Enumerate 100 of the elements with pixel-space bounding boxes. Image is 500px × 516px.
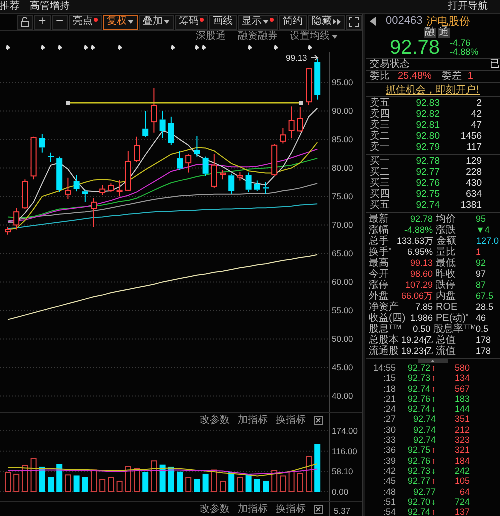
toolbar-button[interactable]: +	[34, 14, 51, 30]
drawn-horizontal-line[interactable]	[66, 100, 306, 106]
toolbar-button[interactable]: 叠加	[139, 14, 174, 30]
tick-time: :48	[382, 486, 396, 497]
tick-time: :33	[382, 435, 396, 446]
asterisk-icon[interactable]	[248, 45, 252, 51]
order-price: 92.81	[415, 120, 440, 131]
toolbar-button[interactable]: −	[52, 14, 68, 30]
tick-price: 92.74	[413, 424, 436, 436]
asterisk-icon[interactable]	[274, 45, 278, 51]
field-value: 6.95%	[406, 247, 433, 258]
toolbar-button[interactable]: 亮点	[69, 14, 102, 30]
order-level-label: 买三	[370, 178, 391, 189]
collapse-handle[interactable]	[418, 359, 448, 363]
candlestick	[160, 110, 166, 138]
last-price: 92.78	[390, 38, 440, 58]
candlestick	[202, 156, 209, 177]
asterisk-icon[interactable]	[40, 45, 46, 51]
indicator-link[interactable]: 换指标	[276, 502, 306, 516]
candlestick	[246, 172, 252, 193]
asterisk-icon[interactable]	[84, 45, 88, 51]
axis-label: 75.00	[332, 192, 354, 202]
volume-bar	[5, 472, 11, 492]
toolbar-button[interactable]: 画线	[209, 14, 237, 30]
indicator-link[interactable]: 加指标	[238, 502, 268, 516]
tick-time: :45	[382, 476, 396, 487]
nav-tab[interactable]: 高管增持	[30, 0, 70, 12]
indicator-link[interactable]: 加指标	[238, 413, 268, 427]
indicator-link[interactable]: 改参数	[200, 502, 230, 516]
volume-bar	[14, 474, 20, 492]
asterisk-icon[interactable]	[90, 45, 96, 51]
field-value: 67.5	[476, 291, 495, 302]
toolbar-button[interactable]: 简约	[279, 14, 307, 30]
trend-arrow: ↑	[432, 456, 436, 466]
asterisk-icon[interactable]	[202, 45, 206, 51]
candlestick	[48, 152, 54, 164]
tick-price: 92.70	[408, 496, 430, 508]
candlestick	[108, 183, 114, 193]
fullscreen-icon	[349, 17, 359, 27]
candlestick	[30, 136, 37, 180]
toolbar-button[interactable]: 筹码	[175, 14, 208, 30]
volume-bar	[186, 477, 192, 492]
ma-settings-link[interactable]: 设置均线	[290, 32, 338, 42]
axis-label: 90.00	[332, 106, 354, 116]
axis-label: 0.00	[332, 487, 349, 497]
candlestick	[65, 177, 72, 200]
order-volume: 2	[476, 98, 482, 109]
toolbar-link[interactable]: 深股通	[196, 32, 226, 42]
toolbar-button[interactable]: 显示	[238, 14, 278, 30]
trend-arrow: ↓	[432, 404, 436, 414]
field-value: 7.85	[414, 302, 433, 313]
volume-bar	[263, 480, 269, 492]
order-level-label: 卖四	[370, 109, 391, 120]
candlestick	[125, 150, 132, 192]
close-icon[interactable]	[314, 504, 323, 514]
asterisk-icon[interactable]	[118, 45, 122, 51]
lock-button[interactable]	[17, 14, 34, 30]
tick-time: :24	[382, 404, 396, 414]
order-volume: 634	[465, 189, 482, 200]
asterisk-icon[interactable]	[308, 45, 312, 51]
candlestick	[211, 153, 218, 189]
candlestick	[91, 198, 97, 228]
order-price: 92.80	[415, 131, 440, 142]
order-volume: 1456	[460, 131, 482, 142]
field-label: 均价	[436, 214, 457, 225]
nav-tab[interactable]: 推荐	[0, 0, 20, 12]
field-label: 最高	[369, 258, 390, 269]
toolbar-button[interactable]: 隐藏	[308, 14, 345, 30]
open-nav-button[interactable]: 打开导航	[448, 0, 488, 12]
tick-volume: 242	[454, 466, 470, 476]
toolbar-button[interactable]: 复权	[103, 14, 138, 30]
tick-volume: 351	[454, 414, 470, 425]
candlestick	[14, 208, 20, 230]
order-level-label: 卖五	[370, 98, 391, 109]
field-value: 99.13	[409, 258, 433, 269]
close-icon[interactable]	[314, 416, 323, 424]
badge: 融	[424, 28, 436, 38]
tick-volume: 321	[454, 445, 470, 456]
field-label: ROE	[436, 302, 459, 313]
toolbar-link[interactable]: 融资融券	[238, 32, 278, 42]
tick-price: 92.73	[408, 466, 430, 476]
asterisk-icon[interactable]	[58, 45, 62, 51]
tick-volume: 323	[454, 435, 470, 446]
promo-link[interactable]: 抓住机会，即刻开户!	[386, 82, 480, 96]
fullscreen-button[interactable]	[346, 14, 362, 30]
tick-price: 92.77	[413, 486, 436, 497]
indicator-link[interactable]: 改参数	[200, 413, 230, 427]
order-level-label: 卖二	[370, 131, 391, 142]
volume-bar	[100, 479, 106, 492]
asterisk-icon[interactable]	[194, 45, 200, 51]
asterisk-icon[interactable]	[170, 45, 176, 51]
left-triangle-icon[interactable]	[370, 16, 376, 26]
asterisk-icon[interactable]	[6, 45, 10, 51]
field-label: 净资产	[369, 302, 399, 313]
order-price: 92.78	[415, 156, 440, 167]
candlestick	[5, 227, 11, 236]
field-label: 涨停	[369, 280, 390, 291]
field-label: 涨幅	[369, 225, 390, 236]
axis-label: 58.10	[332, 466, 354, 477]
indicator-link[interactable]: 换指标	[276, 413, 306, 427]
